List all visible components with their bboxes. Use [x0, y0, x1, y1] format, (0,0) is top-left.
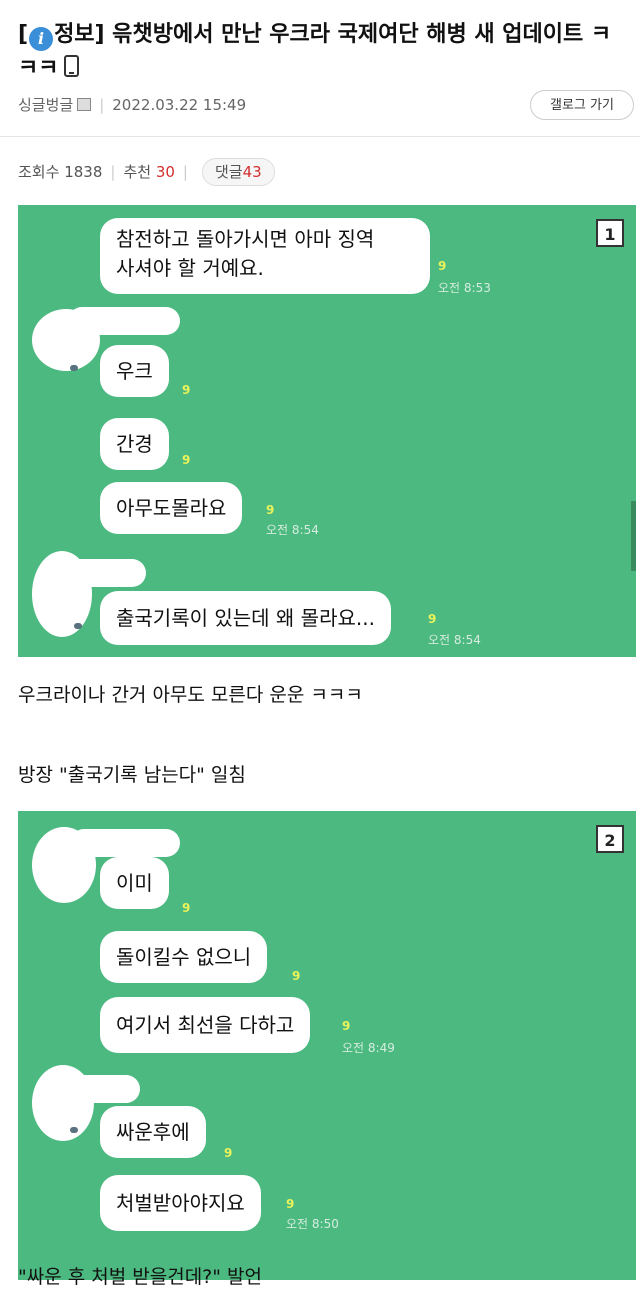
chat-screenshot-2: 2 이미 9 돌이킬수 없으니 9 여기서 최선을 다하고 9 오전 8:49 … [18, 811, 636, 1280]
chat-bubble: 이미 [100, 857, 169, 909]
chat-screenshot-1: 1 참전하고 돌아가시면 아마 징역 사셔야 할 거예요. 9 오전 8:53 … [18, 205, 636, 657]
comments-button[interactable]: 댓글43 [201, 158, 275, 186]
avatar-name-blur [68, 1075, 140, 1103]
message-time: 오전 8:54 [428, 633, 481, 647]
title-text: ] 윾챗방에서 만난 우크라 국제여단 해병 새 업데이트 ㅋㅋㅋ [18, 22, 612, 81]
stats-separator: | [110, 163, 116, 181]
read-count: 9 [182, 901, 191, 915]
title-tag: 정보 [54, 22, 95, 47]
recommend-label: 추천 [123, 163, 152, 181]
read-count: 9 [224, 1146, 233, 1160]
bubble-line: 참전하고 돌아가시면 아마 징역 [116, 227, 375, 251]
title-bracket: [ [18, 22, 29, 47]
read-count: 9 [342, 1019, 351, 1033]
header-divider [0, 136, 640, 137]
message-time: 오전 8:49 [342, 1041, 395, 1055]
read-count: 9 [286, 1197, 295, 1211]
chat-bubble: 싸운후에 [100, 1106, 206, 1158]
panel-number-badge: 1 [596, 219, 624, 247]
read-count: 9 [292, 969, 301, 983]
message-time: 오전 8:54 [266, 523, 319, 537]
chat-bubble: 여기서 최선을 다하고 [100, 997, 311, 1053]
phone-icon [64, 55, 80, 77]
views-label: 조회수 [18, 163, 60, 181]
read-count: 9 [266, 503, 275, 517]
comments-label: 댓글 [214, 163, 243, 181]
chat-bubble: 출국기록이 있는데 왜 몰라요... [100, 591, 391, 645]
chat-bubble: 아무도몰라요 [100, 482, 243, 534]
chat-bubble: 우크 [100, 345, 169, 397]
post-meta: 싱글벙글 | 2022.03.22 15:49 [18, 94, 246, 115]
body-text: 방장 "출국기록 남는다" 일침 [18, 764, 246, 786]
views-count: 1838 [64, 163, 103, 181]
recommend-count: 30 [155, 163, 175, 181]
image-icon [77, 98, 92, 111]
bubble-line: 사셔야 할 거예요. [116, 256, 264, 280]
read-count: 9 [182, 453, 191, 467]
author-name[interactable]: 싱글벙글 [18, 96, 73, 114]
gallog-button[interactable]: 갤로그 가기 [530, 90, 634, 120]
meta-separator: | [99, 96, 105, 114]
info-icon: i [29, 27, 54, 51]
avatar-detail [74, 623, 82, 629]
post-stats: 조회수 1838 | 추천 30 | 댓글43 [18, 158, 275, 186]
avatar-name-blur [62, 559, 146, 587]
chat-bubble: 돌이킬수 없으니 [100, 931, 268, 983]
read-count: 9 [438, 259, 447, 273]
stats-separator: | [182, 163, 188, 181]
scrollbar-thumb [631, 501, 636, 571]
comments-count: 43 [242, 163, 262, 181]
read-count: 9 [428, 612, 437, 626]
avatar-name-blur [68, 307, 180, 335]
message-time: 오전 8:53 [438, 281, 491, 295]
body-text: 우크라이나 간거 아무도 모른다 운운 ㅋㅋㅋ [18, 684, 363, 706]
post-title: [i 정보] 윾챗방에서 만난 우크라 국제여단 해병 새 업데이트 ㅋㅋㅋ [18, 18, 628, 86]
chat-bubble: 처벌받아야지요 [100, 1175, 261, 1231]
avatar-detail [70, 365, 78, 371]
avatar-name-blur [70, 829, 180, 857]
chat-bubble: 간경 [100, 418, 169, 470]
message-time: 오전 8:50 [286, 1217, 339, 1231]
body-text: "싸운 후 처벌 받을건데?" 발언 [18, 1266, 263, 1288]
panel-number-badge: 2 [596, 825, 624, 853]
avatar-detail [70, 1127, 78, 1133]
read-count: 9 [182, 383, 191, 397]
chat-bubble: 참전하고 돌아가시면 아마 징역 사셔야 할 거예요. [100, 218, 430, 294]
post-date: 2022.03.22 15:49 [112, 96, 247, 114]
